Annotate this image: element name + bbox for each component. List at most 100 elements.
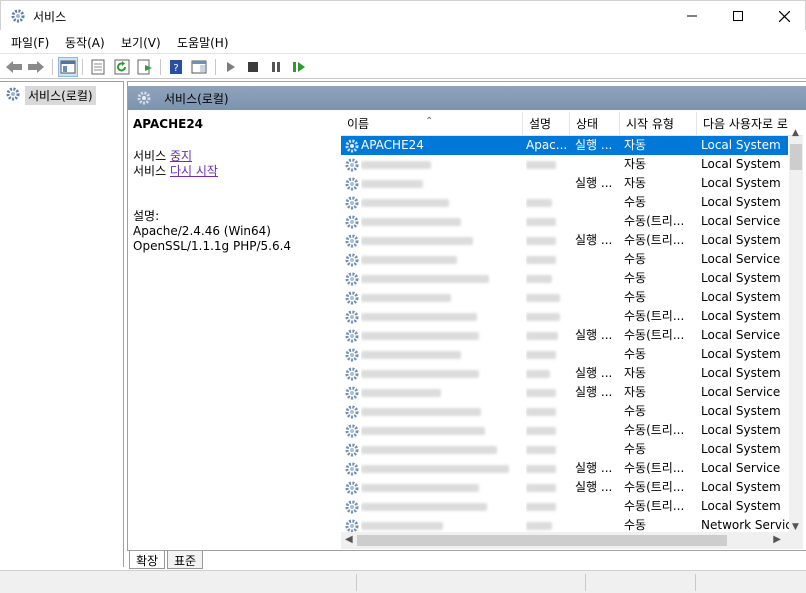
start-service-icon[interactable] [221, 57, 241, 77]
service-logon-as: Local System [701, 138, 781, 152]
tab-standard[interactable]: 표준 [167, 551, 204, 569]
service-logon-as: Local System [701, 271, 781, 285]
service-row[interactable]: 수동 Local Service [341, 250, 788, 269]
column-header-name[interactable]: 이름 ⌃ [341, 112, 523, 136]
restart-service-icon[interactable] [289, 57, 309, 77]
service-row[interactable]: 실행 ... 자동 Local System [341, 364, 788, 383]
redacted-text [361, 426, 485, 435]
pause-service-icon[interactable] [266, 57, 286, 77]
menu-bar: 파일(F) 동작(A) 보기(V) 도움말(H) [0, 30, 806, 52]
help-icon[interactable]: ? [166, 57, 186, 77]
service-name [361, 497, 521, 516]
service-description [526, 231, 566, 250]
menu-view[interactable]: 보기(V) [121, 34, 161, 51]
column-header-description[interactable]: 설명 [523, 112, 570, 136]
status-separator [356, 574, 357, 591]
tab-extended[interactable]: 확장 [129, 551, 166, 569]
service-description: Apac... [526, 138, 566, 152]
toolbar-separator [52, 59, 53, 75]
service-row[interactable]: 수동 Local System [341, 402, 788, 421]
forward-icon[interactable] [26, 57, 46, 77]
list-header: 이름 ⌃ 설명 상태 시작 유형 다음 사용자로 로 [341, 112, 803, 136]
tree-node-services-local[interactable]: 서비스(로컬) [4, 85, 96, 105]
service-name [361, 155, 521, 174]
service-status: 실행 ... [575, 176, 613, 190]
menu-action[interactable]: 동작(A) [65, 34, 105, 51]
services-gear-icon [4, 86, 22, 105]
service-row[interactable]: 실행 ... 수동(트리... Local System [341, 231, 788, 250]
service-row[interactable]: 수동 Local System [341, 440, 788, 459]
window-title: 서비스 [33, 10, 67, 24]
service-row[interactable]: 실행 ... 자동 Local Service [341, 383, 788, 402]
stop-service-icon[interactable] [243, 57, 263, 77]
services-list: 이름 ⌃ 설명 상태 시작 유형 다음 사용자로 로 APACHE24 Apac.… [341, 112, 803, 549]
service-row[interactable]: 수동 Local System [341, 345, 788, 364]
back-icon[interactable] [4, 57, 24, 77]
service-row[interactable]: 실행 ... 수동(트리... Local Service [341, 326, 788, 345]
horizontal-scrollbar[interactable]: ◀ ▶ [341, 532, 803, 549]
service-row[interactable]: 수동(트리... Local System [341, 497, 788, 516]
service-row[interactable]: 실행 ... 수동(트리... Local System [341, 478, 788, 497]
service-row[interactable]: 수동 Local System [341, 193, 788, 212]
service-startup-type: 수동 [624, 271, 647, 285]
service-gear-icon [343, 497, 361, 516]
minimize-button[interactable] [669, 1, 715, 31]
toolbar-separator [82, 59, 83, 75]
service-row[interactable]: 실행 ... 수동(트리... Local Service [341, 459, 788, 478]
redacted-text [361, 445, 497, 454]
redacted-text [361, 483, 479, 492]
service-startup-type: 자동 [624, 157, 647, 171]
service-logon-as: Local System [701, 423, 781, 437]
service-startup-type: 수동(트리... [624, 309, 685, 323]
stop-service-link[interactable]: 중지 [170, 149, 192, 163]
service-logon-as: Local System [701, 176, 781, 190]
toolbar-separator [215, 59, 216, 75]
column-header-startup-type[interactable]: 시작 유형 [620, 112, 697, 136]
service-gear-icon [343, 326, 361, 345]
column-header-status[interactable]: 상태 [570, 112, 620, 136]
close-button[interactable] [761, 1, 806, 31]
menu-help[interactable]: 도움말(H) [177, 34, 229, 51]
scroll-left-icon[interactable]: ◀ [345, 534, 353, 545]
restart-service-link[interactable]: 다시 시작 [170, 164, 218, 178]
show-hide-action-pane-icon[interactable] [189, 57, 209, 77]
vertical-scrollbar[interactable]: ▲ ▼ [789, 128, 803, 532]
redacted-text [526, 426, 556, 435]
refresh-icon[interactable] [112, 57, 132, 77]
service-gear-icon [343, 269, 361, 288]
service-gear-icon [343, 383, 361, 402]
service-row[interactable]: 실행 ... 자동 Local System [341, 174, 788, 193]
redacted-text [361, 293, 451, 302]
maximize-button[interactable] [715, 1, 761, 31]
export-list-icon[interactable] [135, 57, 155, 77]
service-name [361, 459, 521, 478]
service-status [575, 497, 621, 516]
vertical-scroll-thumb[interactable] [790, 144, 802, 170]
console-tree-icon[interactable] [58, 57, 78, 77]
service-row[interactable]: APACHE24 Apac... 실행 ... 자동 Local System [341, 136, 788, 155]
service-startup-type: 수동(트리... [624, 480, 685, 494]
service-row[interactable]: 수동 Local System [341, 288, 788, 307]
service-row[interactable]: 수동(트리... Local System [341, 421, 788, 440]
service-logon-as: Local System [701, 157, 781, 171]
service-description [526, 364, 566, 383]
service-row[interactable]: 수동(트리... Local System [341, 307, 788, 326]
properties-icon[interactable] [88, 57, 108, 77]
service-logon-as: Local Service [701, 461, 781, 475]
column-header-logon-as[interactable]: 다음 사용자로 로 [697, 112, 803, 136]
service-gear-icon [343, 212, 361, 231]
service-logon-as: Local System [701, 233, 781, 247]
service-startup-type: 수동(트리... [624, 499, 685, 513]
redacted-text [361, 350, 461, 359]
service-row[interactable]: 자동 Local System [341, 155, 788, 174]
horizontal-scroll-thumb[interactable] [357, 535, 727, 546]
service-row[interactable]: 수동 Local System [341, 269, 788, 288]
service-row[interactable]: 수동(트리... Local Service [341, 212, 788, 231]
service-logon-as: Local System [701, 309, 781, 323]
menu-file[interactable]: 파일(F) [11, 34, 49, 51]
scroll-up-icon[interactable]: ▲ [792, 128, 799, 138]
service-logon-as: Local System [701, 290, 781, 304]
scroll-right-icon[interactable]: ▶ [773, 534, 781, 545]
redacted-text [361, 236, 473, 245]
scroll-down-icon[interactable]: ▼ [792, 522, 799, 532]
